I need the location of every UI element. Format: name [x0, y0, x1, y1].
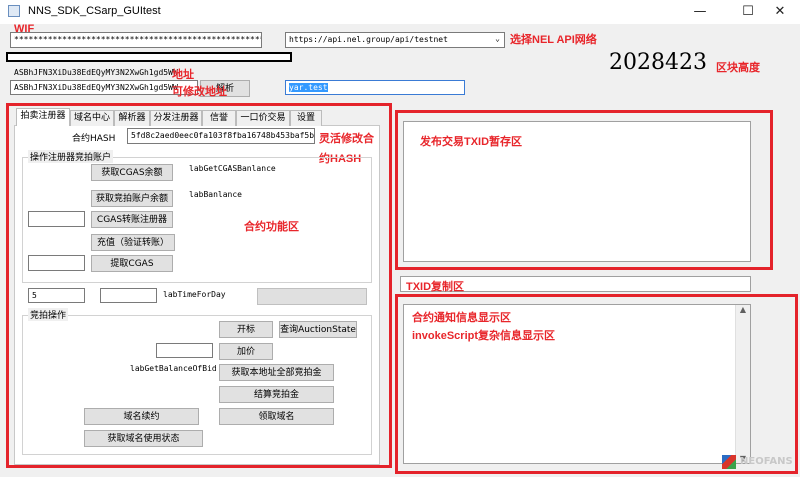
wif-input[interactable]: ****************************************… [10, 32, 262, 48]
watermark-text: NEOFANS [740, 456, 793, 467]
notify-annotation-1: 合约通知信息显示区 [412, 312, 511, 324]
cgas-transfer-button[interactable]: CGAS转账注册器 [91, 211, 173, 228]
registrar-group-title: 操作注册器竞拍账户 [28, 150, 114, 163]
app-icon [8, 5, 20, 17]
settle-bid-button[interactable]: 结算竞拍金 [219, 386, 334, 403]
address-label: ASBhJFN3XiDu38EdEQyMY3N2XwGh1gd5WW [14, 68, 178, 77]
txid-annotation: 发布交易TXID暂存区 [420, 136, 523, 148]
get-auction-balance-button[interactable]: 获取竞拍账户余额 [91, 190, 173, 207]
tab-auction-registrar[interactable]: 拍卖注册器 [16, 108, 70, 126]
transfer-amount-input[interactable] [28, 211, 85, 227]
address-input[interactable]: ASBhJFN3XiDu38EdEQyMY3N2XwGh1gd5WW [10, 80, 198, 95]
tab-resolver[interactable]: 解析器 [114, 110, 150, 126]
tab-reputation[interactable]: 信誉 [202, 110, 236, 126]
cgas-balance-label: labGetCGASBanlance [189, 164, 276, 173]
network-select-value: https://api.nel.group/api/testnet [289, 35, 448, 44]
time-input[interactable] [100, 288, 157, 303]
network-annotation: 选择NEL API网络 [510, 34, 597, 46]
network-select[interactable]: https://api.nel.group/api/testnet ⌄ [285, 32, 505, 48]
raise-bid-button[interactable]: 加价 [219, 343, 273, 360]
block-height: 2028423 [609, 50, 707, 75]
tab-fixed-price-trade[interactable]: 一口价交易 [236, 110, 290, 126]
renew-domain-button[interactable]: 域名续约 [84, 408, 199, 425]
contract-function-annotation: 合约功能区 [244, 221, 299, 233]
time-for-day-label: labTimeForDay [163, 290, 226, 299]
bid-balance-label: labGetBalanceOfBid [130, 364, 217, 373]
domain-input-value: yar.test [289, 83, 328, 92]
contract-hash-label: 合约HASH [72, 134, 116, 144]
withdraw-cgas-button[interactable]: 提取CGAS [91, 255, 173, 272]
edit-address-annotation: 可修改地址 [172, 86, 227, 98]
day-input[interactable]: 5 [28, 288, 85, 303]
txid-copy-annotation: TXID复制区 [406, 281, 465, 293]
chevron-down-icon: ⌄ [495, 34, 500, 43]
neofans-logo-icon [722, 455, 736, 469]
block-height-annotation: 区块高度 [716, 62, 760, 74]
topup-button[interactable]: 充值（验证转账） [91, 234, 175, 251]
withdraw-amount-input[interactable] [28, 255, 85, 271]
close-button[interactable]: ✕ [760, 0, 800, 24]
bid-amount-input[interactable] [156, 343, 213, 358]
claim-domain-button[interactable]: 领取域名 [219, 408, 334, 425]
auction-group-title: 竞拍操作 [28, 308, 69, 321]
domain-status-button[interactable]: 获取域名使用状态 [84, 430, 203, 447]
contract-hash-input[interactable]: 5fd8c2aed0eec0fa103f8fba16748b453baf5b2e [127, 128, 315, 144]
get-all-bids-button[interactable]: 获取本地址全部竞拍金 [219, 364, 334, 381]
domain-input[interactable]: yar.test [285, 80, 465, 95]
tab-distribution-registrar[interactable]: 分发注册器 [150, 110, 202, 126]
query-auction-state-button[interactable]: 查询AuctionState [279, 321, 357, 338]
tab-domain-center[interactable]: 域名中心 [70, 110, 114, 126]
get-cgas-balance-button[interactable]: 获取CGAS余额 [91, 164, 173, 181]
start-auction-button[interactable]: 开标 [219, 321, 273, 338]
time-display-box [257, 288, 367, 305]
window-title: NNS_SDK_CSarp_GUItest [28, 5, 161, 17]
balance-label: labBanlance [189, 190, 242, 199]
contract-hash-annotation-1: 灵活修改合 [319, 133, 374, 145]
notify-annotation-2: invokeScript复杂信息显示区 [412, 330, 556, 342]
minimize-button[interactable]: — [680, 0, 720, 24]
wif-progress-bar [6, 52, 292, 62]
tab-settings[interactable]: 设置 [290, 110, 322, 126]
